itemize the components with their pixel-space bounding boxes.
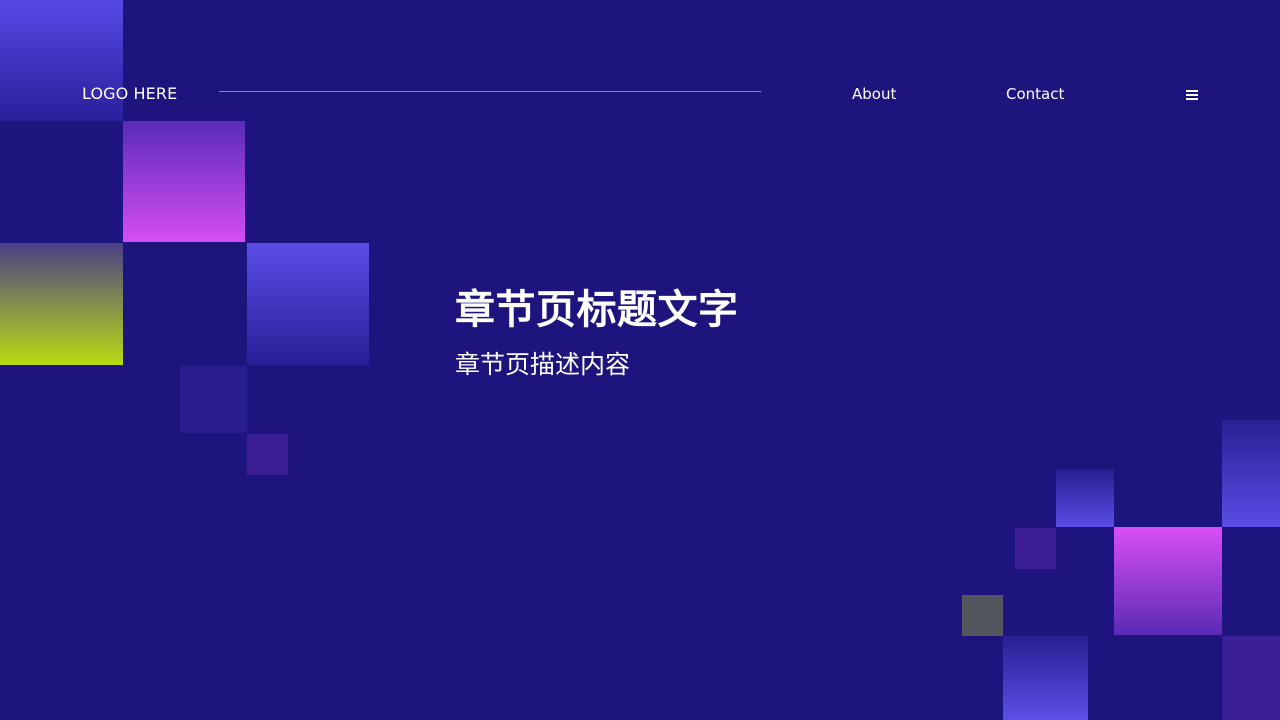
decor-square [0,243,123,365]
logo-text: LOGO HERE [82,84,178,103]
decor-square [1114,527,1222,635]
decor-square [1056,469,1114,527]
hamburger-menu-icon[interactable] [1183,86,1201,102]
decor-square [1222,636,1280,720]
decor-square [962,595,1003,636]
decor-square [1222,420,1280,527]
section-title: 章节页标题文字 [455,287,739,333]
decor-square [247,243,369,365]
decor-square [180,366,247,433]
section-subtitle: 章节页描述内容 [455,350,631,379]
decor-square [247,434,288,475]
decor-square [1015,528,1056,569]
decor-square [1003,636,1088,720]
header-divider [219,91,761,92]
decor-square [123,121,245,242]
nav-link-contact[interactable]: Contact [1006,84,1064,104]
nav-link-about[interactable]: About [852,84,896,104]
